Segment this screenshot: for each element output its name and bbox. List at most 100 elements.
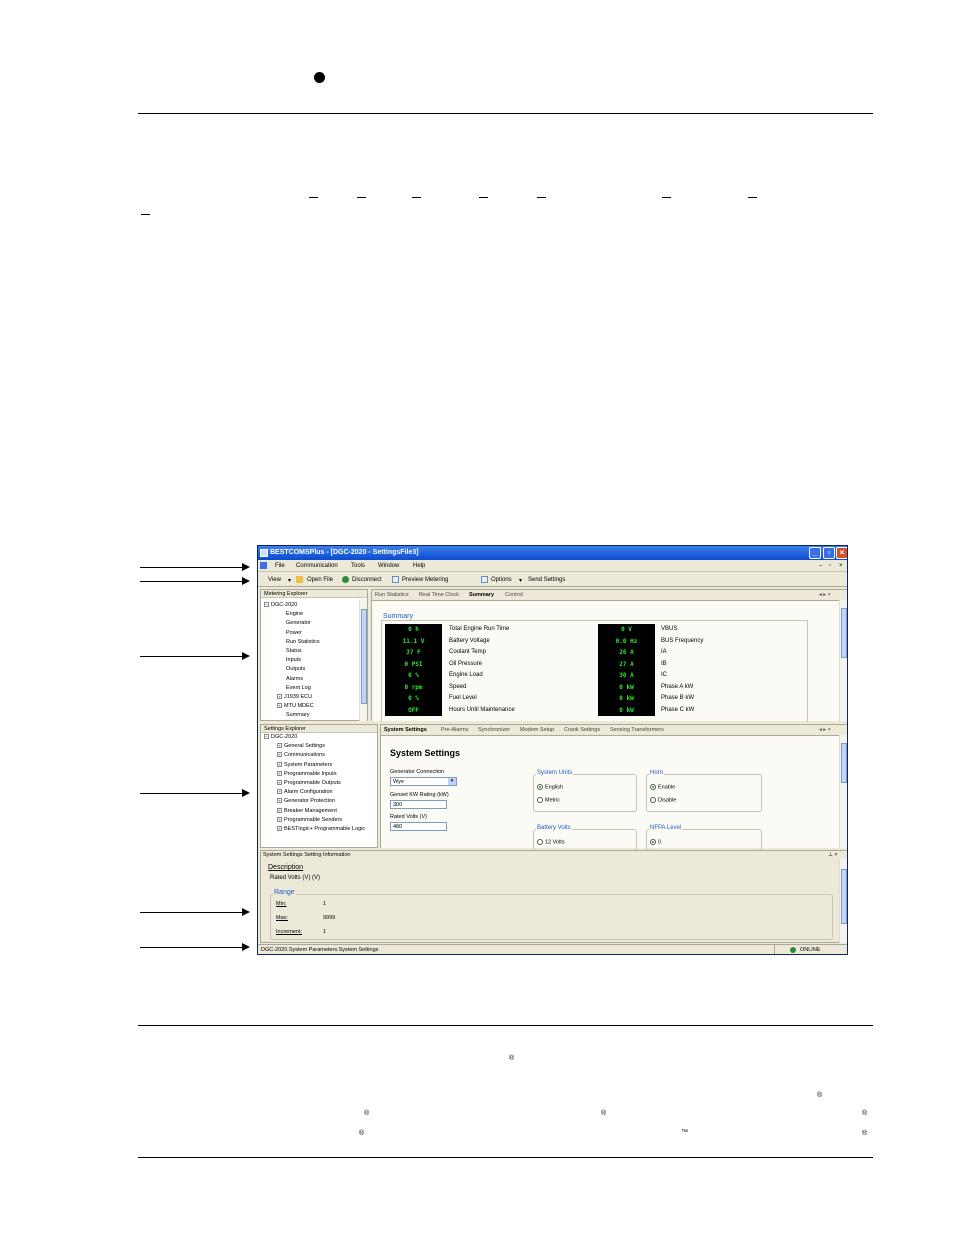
expand-icon[interactable]: + <box>277 780 282 786</box>
chevron-down-icon[interactable]: ▾ <box>288 577 291 584</box>
meter-label: Speed <box>449 683 467 690</box>
radio-icon[interactable] <box>537 784 543 790</box>
horn-disable-option[interactable]: Disable <box>650 797 676 803</box>
expand-icon[interactable]: + <box>277 752 282 758</box>
units-metric-option[interactable]: Metric <box>537 797 560 803</box>
tab-nav-icon[interactable]: ◂ ▸ × <box>819 727 831 733</box>
nfpa-0-option[interactable]: 0 <box>650 839 661 845</box>
tree-item[interactable]: + Programmable Senders <box>277 817 342 823</box>
tab-control[interactable]: Control <box>505 592 523 598</box>
expand-icon[interactable]: + <box>277 789 282 795</box>
chevron-down-icon[interactable]: ▾ <box>519 577 522 584</box>
radio-icon[interactable] <box>650 784 656 790</box>
tab-nav-icon[interactable]: ◂ ▸ × <box>819 592 831 598</box>
metering-scrollbar[interactable] <box>359 599 367 721</box>
menu-tools[interactable]: Tools <box>351 563 365 569</box>
pin-close-icon[interactable]: ⊥ × <box>828 852 838 858</box>
menu-window[interactable]: Window <box>378 563 399 569</box>
expand-icon[interactable]: + <box>277 694 282 700</box>
generator-connection-select[interactable]: Wye ▾ <box>390 777 457 786</box>
units-english-option[interactable]: English <box>537 784 563 790</box>
tab-modem-setup[interactable]: Modem Setup <box>520 727 554 733</box>
expand-icon[interactable]: + <box>277 743 282 749</box>
battery-12v-option[interactable]: 12 Volts <box>537 839 565 845</box>
tree-item[interactable]: + General Settings <box>277 743 325 749</box>
tree-item[interactable]: Status <box>286 648 302 654</box>
preview-metering-button[interactable]: Preview Metering <box>402 577 448 583</box>
radio-icon[interactable] <box>650 797 656 803</box>
tree-item[interactable]: + Generator Protection <box>277 798 335 804</box>
menu-help[interactable]: Help <box>413 563 425 569</box>
tab-run-statistics[interactable]: Run Statistics <box>375 592 409 598</box>
tab-crank-settings[interactable]: Crank Settings <box>564 727 600 733</box>
tab-pre-alarms[interactable]: Pre-Alarms <box>441 727 469 733</box>
underline-mark <box>412 197 421 198</box>
scroll-thumb[interactable] <box>841 608 847 658</box>
chevron-down-icon[interactable]: ▾ <box>448 778 456 785</box>
tree-item[interactable]: Power <box>286 630 302 636</box>
tab-synchronizer[interactable]: Synchronizer <box>478 727 510 733</box>
settings-scrollbar[interactable] <box>839 735 847 848</box>
info-scrollbar[interactable] <box>839 859 847 943</box>
scroll-thumb[interactable] <box>841 869 847 924</box>
radio-icon[interactable] <box>537 839 543 845</box>
mdi-close-icon[interactable]: × <box>839 563 843 569</box>
tree-item[interactable]: + System Parameters <box>277 762 332 768</box>
options-button[interactable]: Options <box>491 577 512 583</box>
radio-icon[interactable] <box>537 797 543 803</box>
tree-item[interactable]: + Breaker Management <box>277 808 337 814</box>
tree-item[interactable]: + Programmable Inputs <box>277 771 337 777</box>
underline-mark <box>357 197 366 198</box>
expand-icon[interactable]: + <box>277 826 282 832</box>
mdi-restore-icon[interactable]: ▫ <box>829 563 831 569</box>
restore-icon[interactable]: ▫ <box>823 547 835 559</box>
tree-item[interactable]: + J1939 ECU <box>277 694 312 700</box>
tree-root[interactable]: − DGC-2020 <box>264 734 297 740</box>
tree-item[interactable]: Alarms <box>286 676 303 682</box>
summary-groupbox <box>381 620 808 722</box>
tree-item[interactable]: + MTU MDEC <box>277 703 314 709</box>
rated-volts-field[interactable]: 480 <box>390 822 447 831</box>
send-settings-button[interactable]: Send Settings <box>528 577 565 583</box>
scroll-thumb[interactable] <box>841 743 847 783</box>
disconnect-button[interactable]: Disconnect <box>352 577 382 583</box>
tree-item[interactable]: Outputs <box>286 666 305 672</box>
view-button[interactable]: View <box>268 577 281 583</box>
expand-icon[interactable]: + <box>277 807 282 813</box>
expand-icon[interactable]: + <box>277 798 282 804</box>
tree-item[interactable]: Engine <box>286 611 303 617</box>
horn-enable-option[interactable]: Enable <box>650 784 675 790</box>
open-file-button[interactable]: Open File <box>307 577 333 583</box>
callout-arrow <box>140 908 250 916</box>
radio-icon[interactable] <box>650 839 656 845</box>
mdi-minimize-icon[interactable]: – <box>819 563 822 569</box>
tree-item[interactable]: Event Log <box>286 685 311 691</box>
close-icon[interactable]: × <box>836 547 847 559</box>
tree-item[interactable]: + Programmable Outputs <box>277 780 341 786</box>
expand-icon[interactable]: + <box>277 816 282 822</box>
minimize-icon[interactable]: _ <box>809 547 821 559</box>
tree-item[interactable]: + BESTlogic+ Programmable Logic <box>277 826 365 832</box>
summary-scrollbar[interactable] <box>839 600 847 721</box>
tree-item[interactable]: + Alarm Configuration <box>277 789 333 795</box>
app-menu-icon[interactable] <box>260 562 267 569</box>
expand-icon[interactable]: + <box>277 770 282 776</box>
kw-rating-field[interactable]: 300 <box>390 800 447 809</box>
tab-system-settings[interactable]: System Settings <box>384 727 427 733</box>
menu-file[interactable]: File <box>275 563 285 569</box>
expand-icon[interactable]: + <box>277 703 282 709</box>
tab-summary[interactable]: Summary <box>469 592 494 598</box>
scroll-thumb[interactable] <box>361 609 367 704</box>
tree-item[interactable]: Run Statistics <box>286 639 320 645</box>
collapse-icon[interactable]: − <box>264 602 269 608</box>
expand-icon[interactable]: + <box>277 761 282 767</box>
tab-sensing-transformers[interactable]: Sensing Transformers <box>610 727 664 733</box>
collapse-icon[interactable]: − <box>264 734 269 740</box>
tree-item[interactable]: Inputs <box>286 657 301 663</box>
tree-item[interactable]: Summary <box>286 712 310 718</box>
tree-root[interactable]: − DGC-2020 <box>264 602 297 608</box>
menu-communication[interactable]: Communication <box>296 563 338 569</box>
tab-real-time-clock[interactable]: Real Time Clock <box>419 592 459 598</box>
tree-item[interactable]: + Communications <box>277 752 325 758</box>
tree-item[interactable]: Generator <box>286 620 311 626</box>
